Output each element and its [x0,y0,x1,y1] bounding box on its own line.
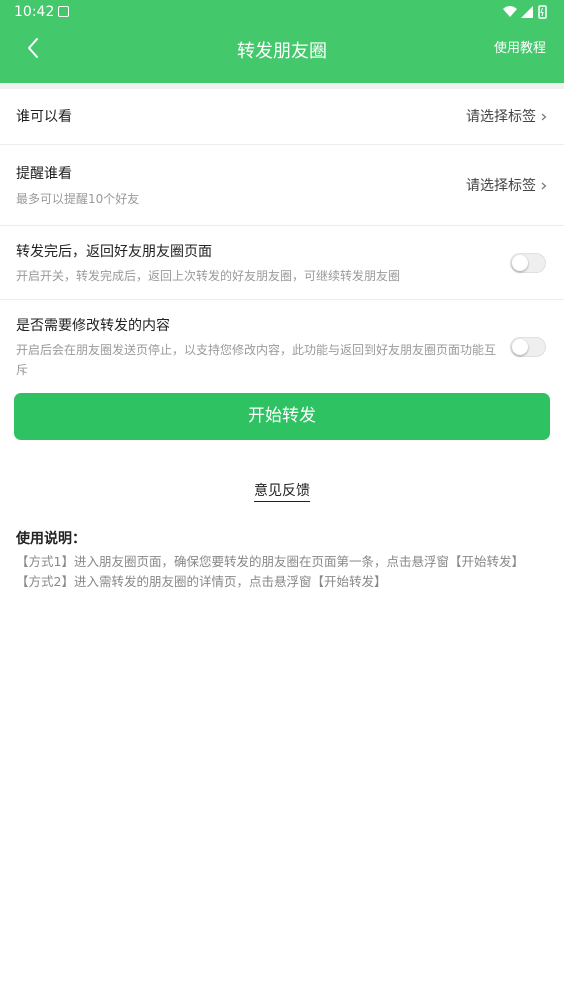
row-remind-subtitle: 最多可以提醒10个好友 [16,192,140,206]
signal-icon [521,6,533,18]
page-title: 转发朋友圈 [237,41,327,62]
return-after-toggle[interactable] [510,253,546,273]
row-return-after-title: 转发完后，返回好友朋友圈页面 [16,244,212,260]
row-visibility[interactable]: 谁可以看 请选择标签 [0,89,564,145]
row-return-after: 转发完后，返回好友朋友圈页面 开启开关，转发完成后，返回上次转发的好友朋友圈，可… [0,226,564,300]
instruction-line-1: 【方式1】进入朋友圈页面，确保您要转发的朋友圈在页面第一条，点击悬浮窗【开始转发… [16,554,524,569]
toggle-knob [512,339,528,355]
a-square-icon [58,6,69,17]
chevron-right-icon [541,113,547,121]
row-visibility-value[interactable]: 请选择标签 [466,108,536,126]
instruction-line-2: 【方式2】进入需转发的朋友圈的详情页，点击悬浮窗【开始转发】 [16,574,387,589]
row-visibility-title: 谁可以看 [16,109,72,125]
row-edit-content-title: 是否需要修改转发的内容 [16,318,170,334]
row-remind[interactable]: 提醒谁看 最多可以提醒10个好友 请选择标签 [0,145,564,226]
chevron-right-icon [541,182,547,190]
row-edit-content: 是否需要修改转发的内容 开启后会在朋友圈发送页停止，以支持您修改内容，此功能与返… [0,300,564,386]
start-forward-button[interactable]: 开始转发 [14,393,550,440]
row-edit-content-subtitle: 开启后会在朋友圈发送页停止，以支持您修改内容，此功能与返回到好友朋友圈页面功能互… [16,343,497,377]
tutorial-link[interactable]: 使用教程 [494,40,546,58]
row-return-after-subtitle: 开启开关，转发完成后，返回上次转发的好友朋友圈，可继续转发朋友圈 [16,269,401,283]
row-remind-value[interactable]: 请选择标签 [466,177,536,195]
feedback-container: 意见反馈 [0,480,564,502]
row-remind-title: 提醒谁看 [16,166,72,182]
status-time: 10:42 [14,4,55,20]
wifi-icon [503,6,517,17]
feedback-link[interactable]: 意见反馈 [254,483,310,502]
app-bar: 转发朋友圈 使用教程 [0,24,564,83]
toggle-knob [512,255,528,271]
status-icons [503,5,547,19]
instructions-title: 使用说明： [16,531,86,547]
status-bar: 10:42 [0,0,564,24]
edit-content-toggle[interactable] [510,337,546,357]
